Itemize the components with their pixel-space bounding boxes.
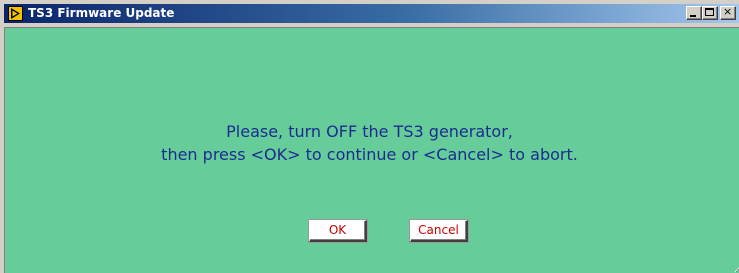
labview-run-icon: [8, 6, 23, 21]
message-line-2: then press <OK> to continue or <Cancel> …: [161, 145, 578, 164]
title-bar[interactable]: TS3 Firmware Update ×: [4, 4, 739, 23]
window-title: TS3 Firmware Update: [28, 6, 175, 20]
dialog-message: Please, turn OFF the TS3 generator, then…: [5, 120, 734, 166]
message-line-1: Please, turn OFF the TS3 generator,: [226, 122, 513, 141]
minimize-icon: [690, 15, 696, 17]
minimize-button[interactable]: [686, 6, 702, 20]
dialog-panel: Please, turn OFF the TS3 generator, then…: [4, 27, 739, 273]
cancel-button[interactable]: Cancel: [410, 220, 468, 242]
dialog-window: TS3 Firmware Update × Please, turn OFF t…: [0, 0, 739, 273]
ok-button[interactable]: OK: [309, 220, 367, 242]
resize-grip-icon[interactable]: [732, 259, 739, 273]
close-icon: ×: [723, 5, 733, 18]
maximize-icon: [705, 8, 714, 16]
close-button[interactable]: ×: [720, 6, 736, 20]
maximize-button[interactable]: [702, 6, 718, 20]
